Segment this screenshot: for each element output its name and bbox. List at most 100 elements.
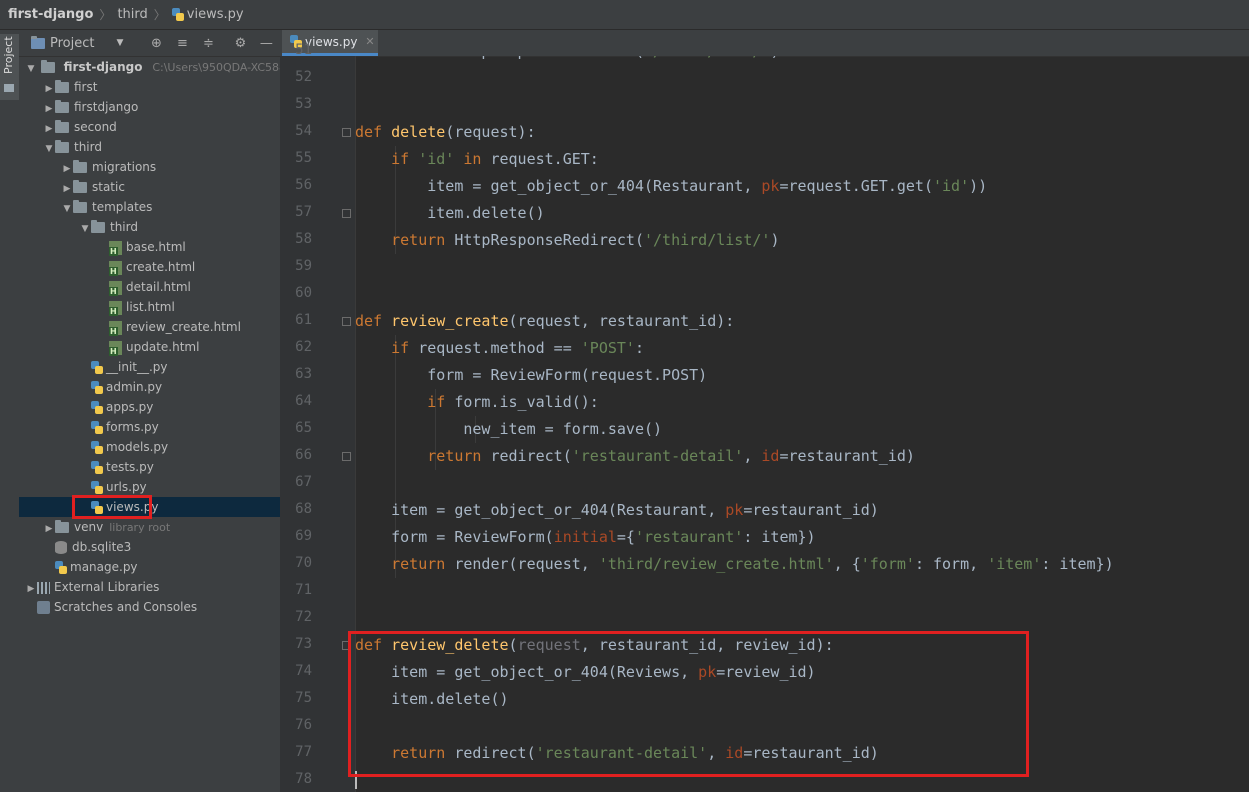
- tree-item[interactable]: ▶ first: [19, 77, 280, 97]
- tree-item[interactable]: ▼ third: [19, 217, 280, 237]
- tree-item[interactable]: apps.py: [19, 397, 280, 417]
- project-tool-tab[interactable]: Project: [0, 34, 19, 100]
- tree-item[interactable]: models.py: [19, 437, 280, 457]
- tool-window-strip: Project: [0, 30, 20, 792]
- tree-item[interactable]: manage.py: [19, 557, 280, 577]
- chevron-right-icon[interactable]: ▶: [25, 579, 37, 599]
- chevron-down-icon[interactable]: ▼: [61, 199, 73, 219]
- tree-item[interactable]: ▶ External Libraries: [19, 577, 280, 597]
- code-line[interactable]: item = get_object_or_404(Reviews, pk=rev…: [355, 659, 815, 686]
- tree-item[interactable]: ▶ second: [19, 117, 280, 137]
- code-line[interactable]: def review_delete(request, restaurant_id…: [355, 632, 834, 659]
- breadcrumb-file[interactable]: views.py: [187, 7, 244, 22]
- tree-item[interactable]: ▼ third: [19, 137, 280, 157]
- line-number: 65: [295, 420, 312, 436]
- tree-item[interactable]: __init__.py: [19, 357, 280, 377]
- tree-item[interactable]: forms.py: [19, 417, 280, 437]
- code-line[interactable]: item.delete(): [355, 686, 508, 713]
- code-line[interactable]: form = ReviewForm(request.POST): [355, 362, 707, 389]
- line-number: 59: [295, 258, 312, 274]
- tree-item[interactable]: base.html: [19, 237, 280, 257]
- code-line[interactable]: form = ReviewForm(initial={'restaurant':…: [355, 524, 815, 551]
- gear-icon[interactable]: ⚙: [233, 36, 247, 51]
- code-line[interactable]: if request.method == 'POST':: [355, 335, 644, 362]
- tree-item[interactable]: ▶ static: [19, 177, 280, 197]
- line-number: 55: [295, 150, 312, 166]
- tree-item[interactable]: create.html: [19, 257, 280, 277]
- breadcrumb-project[interactable]: first-django: [8, 7, 93, 22]
- code-line[interactable]: return HttpResponseRedirect('/third/list…: [355, 227, 779, 254]
- line-number: 67: [295, 474, 312, 490]
- tree-item[interactable]: ▶ firstdjango: [19, 97, 280, 117]
- tree-item[interactable]: ▶ venv library root: [19, 517, 280, 537]
- line-number: 72: [295, 609, 312, 625]
- tree-item[interactable]: detail.html: [19, 277, 280, 297]
- tree-item-label: first: [74, 80, 98, 94]
- tree-item[interactable]: views.py: [19, 497, 280, 517]
- breadcrumb: first-django 〉 third 〉 views.py: [0, 0, 1249, 30]
- chevron-down-icon[interactable]: ▼: [25, 59, 37, 79]
- code-line[interactable]: return redirect('restaurant-detail', id=…: [355, 740, 879, 767]
- expand-all-icon[interactable]: ≡: [175, 36, 189, 51]
- python-file-icon: [55, 561, 67, 574]
- chevron-down-icon[interactable]: ▼: [43, 139, 55, 159]
- tree-item-label: firstdjango: [74, 100, 139, 114]
- code-line[interactable]: item = get_object_or_404(Restaurant, pk=…: [355, 173, 987, 200]
- code-line[interactable]: def delete(request):: [355, 119, 536, 146]
- line-number: 73: [295, 636, 312, 652]
- tree-item[interactable]: admin.py: [19, 377, 280, 397]
- folder-icon: [55, 520, 69, 533]
- code-area[interactable]: return HttpResponseRedirect('/third/list…: [355, 56, 1249, 792]
- code-line[interactable]: return HttpResponseRedirect('/third/list…: [355, 56, 779, 65]
- chevron-down-icon[interactable]: ▼: [79, 219, 91, 239]
- code-line[interactable]: return redirect('restaurant-detail', id=…: [355, 443, 915, 470]
- code-line[interactable]: new_item = form.save(): [355, 416, 662, 443]
- project-view-selector[interactable]: Project ▼: [31, 35, 123, 51]
- tree-item-label: urls.py: [106, 480, 147, 494]
- tree-item-label: third: [74, 140, 102, 154]
- chevron-right-icon[interactable]: ▶: [43, 519, 55, 539]
- tree-item-label: tests.py: [106, 460, 154, 474]
- fold-marker-icon[interactable]: [342, 209, 351, 218]
- tree-item[interactable]: db.sqlite3: [19, 537, 280, 557]
- code-line[interactable]: if form.is_valid():: [355, 389, 599, 416]
- tree-item[interactable]: Scratches and Consoles: [19, 597, 280, 617]
- code-line[interactable]: item = get_object_or_404(Restaurant, pk=…: [355, 497, 879, 524]
- collapse-all-icon[interactable]: ≑: [201, 36, 215, 51]
- html-file-icon: [109, 260, 122, 276]
- html-file-icon: [109, 280, 122, 296]
- locate-icon[interactable]: ⊕: [149, 36, 163, 51]
- tree-item[interactable]: update.html: [19, 337, 280, 357]
- tree-item[interactable]: ▼ templates: [19, 197, 280, 217]
- tree-item-label: models.py: [106, 440, 169, 454]
- chevron-right-icon[interactable]: ▶: [43, 119, 55, 139]
- python-file-icon: [171, 8, 184, 21]
- tree-item[interactable]: ▶ migrations: [19, 157, 280, 177]
- chevron-right-icon[interactable]: ▶: [43, 79, 55, 99]
- tree-item-label: detail.html: [126, 280, 191, 294]
- fold-marker-icon[interactable]: [342, 452, 351, 461]
- code-line[interactable]: return render(request, 'third/review_cre…: [355, 551, 1114, 578]
- line-number: 53: [295, 96, 312, 112]
- breadcrumb-folder[interactable]: third: [117, 7, 147, 22]
- fold-marker-icon[interactable]: [342, 128, 351, 137]
- fold-marker-icon[interactable]: [342, 317, 351, 326]
- line-number: 57: [295, 204, 312, 220]
- python-file-icon: [91, 421, 103, 434]
- code-line[interactable]: if 'id' in request.GET:: [355, 146, 599, 173]
- close-icon[interactable]: ✕: [365, 35, 374, 48]
- tree-item[interactable]: review_create.html: [19, 317, 280, 337]
- chevron-right-icon[interactable]: ▶: [61, 179, 73, 199]
- tree-item[interactable]: urls.py: [19, 477, 280, 497]
- tree-item[interactable]: list.html: [19, 297, 280, 317]
- chevron-right-icon[interactable]: ▶: [43, 99, 55, 119]
- code-line[interactable]: item.delete(): [355, 200, 544, 227]
- code-line[interactable]: def review_create(request, restaurant_id…: [355, 308, 734, 335]
- line-number: 62: [295, 339, 312, 355]
- chevron-right-icon[interactable]: ▶: [61, 159, 73, 179]
- editor-tabbar: views.py ✕: [280, 30, 1249, 57]
- line-number-gutter: 51 52 53 54 55 56 57 58 59 60 61 62 63 64 65 66 67 68 69 70…: [280, 42, 356, 792]
- tree-item[interactable]: tests.py: [19, 457, 280, 477]
- tree-root[interactable]: ▼ first-django C:\Users\950QDA-XC588: [19, 57, 286, 79]
- fold-marker-icon[interactable]: [342, 641, 351, 650]
